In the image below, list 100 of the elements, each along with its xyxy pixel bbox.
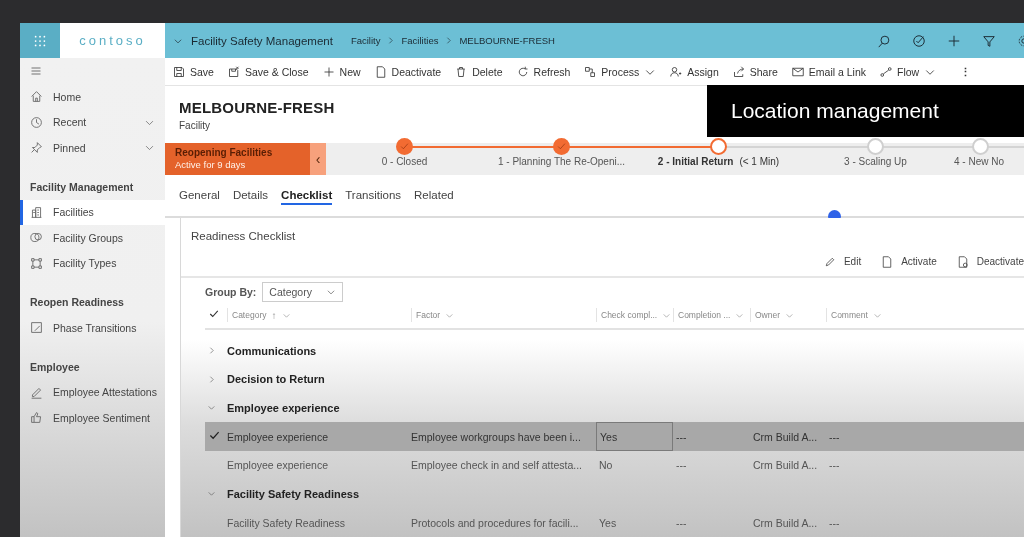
table-row[interactable]: Facility Safety Readiness Protocols and procedures for facili... Yes --- Crm Build A... --- (205, 508, 1024, 537)
nav-item[interactable]: Facility Types (20, 250, 165, 276)
command-button[interactable]: Save (173, 65, 214, 78)
table-cell-text: Crm Build A... (752, 515, 819, 531)
check-circle-icon (911, 33, 926, 48)
table-cell-text: Protocols and procedures for facili... (411, 515, 580, 531)
tab[interactable]: Checklist (281, 185, 333, 205)
person-icon (670, 65, 683, 78)
command-button[interactable]: Deactivate (374, 65, 442, 78)
table-cell-text: Crm Build A... (752, 429, 819, 445)
command-button[interactable]: Share (732, 65, 778, 78)
more-button[interactable]: ⋮ (960, 65, 972, 78)
breadcrumb-link[interactable]: Facility (350, 35, 381, 46)
chevron-right-icon (444, 36, 454, 45)
tab[interactable]: General (179, 185, 220, 205)
table-cell-text: Employee experience (227, 458, 329, 474)
stage-marker[interactable] (396, 138, 413, 155)
thumbs-up-icon (30, 411, 43, 425)
video-caption: Location management (707, 85, 1024, 137)
grid-action-button[interactable]: Activate (881, 255, 937, 268)
command-button[interactable]: Assign (670, 65, 719, 78)
command-button[interactable]: Email a Link (791, 65, 866, 78)
nav-item[interactable]: Recent (20, 109, 165, 135)
command-button[interactable]: Process (584, 65, 657, 78)
table-cell-text: --- (675, 515, 688, 531)
table-cell: Yes (596, 422, 673, 451)
stage-marker[interactable] (867, 138, 884, 155)
column-header[interactable]: Category ↑ (227, 308, 411, 323)
entity-label: Facility (179, 120, 212, 131)
stage-marker[interactable] (710, 138, 727, 155)
table-cell-text: Facility Safety Readiness (227, 515, 346, 531)
breadcrumb-link[interactable]: Facilities (401, 35, 439, 46)
tab[interactable]: Details (232, 185, 269, 205)
nodes-icon (30, 256, 43, 270)
table-row[interactable]: Employee experience Employee check in and self attesta... No --- Crm Build A... --- (205, 450, 1024, 480)
nav-item[interactable]: Phase Transitions (20, 315, 165, 341)
stage-label[interactable]: 3 - Scaling Up (844, 156, 907, 167)
tab[interactable]: Related (414, 185, 454, 205)
stage-label[interactable]: 2 - Initial Return (657, 156, 734, 167)
command-button[interactable]: Refresh (516, 65, 571, 78)
pencil-icon (823, 255, 836, 268)
table-cell-text: Yes (598, 515, 618, 531)
filter-icon (981, 33, 996, 48)
column-header[interactable]: Factor (411, 308, 596, 323)
save-icon (173, 65, 185, 78)
command-button[interactable]: Flow (880, 65, 937, 78)
search-icon (876, 33, 891, 48)
group-by-dropdown[interactable]: Category (262, 282, 343, 303)
group-heading: Communications (227, 344, 318, 357)
column-header[interactable]: Owner (750, 308, 826, 323)
app-launcher-button[interactable] (20, 23, 60, 58)
column-header[interactable]: Comment (826, 308, 970, 323)
app-name: Facility Safety Management (191, 34, 333, 47)
chevron-down-icon (206, 403, 216, 413)
section-heading: Employee (29, 359, 81, 375)
select-all-check-icon (209, 309, 219, 320)
grid-action-button[interactable]: Deactivate (956, 255, 1024, 268)
nav-item[interactable]: Pinned (20, 135, 165, 161)
plus-icon (322, 65, 335, 78)
tab[interactable]: Transitions (345, 185, 402, 205)
table-cell-text: --- (828, 515, 841, 531)
menu-icon (30, 65, 42, 77)
group-heading: Facility Safety Readiness (227, 487, 361, 500)
building-icon (30, 205, 43, 219)
collapse-button[interactable]: ‹ (310, 143, 326, 175)
stage-label[interactable]: 1 - Planning The Re-Openi... (497, 156, 626, 167)
table-row[interactable]: Employee experience Employee workgroups have been i... Yes --- Crm Build A... --- (205, 422, 1024, 451)
stage-label[interactable]: 0 - Closed (381, 156, 428, 167)
stage-marker[interactable] (972, 138, 989, 155)
breadcrumb-link[interactable]: MELBOURNE-FRESH (459, 35, 555, 46)
clock-icon (30, 115, 43, 129)
nav-item[interactable]: Facilities (20, 199, 165, 225)
check-circle-button[interactable] (910, 32, 927, 49)
trash-icon (455, 65, 468, 78)
section-heading: Reopen Readiness (29, 295, 125, 310)
chevron-down-icon (206, 489, 216, 499)
nav-item[interactable]: Home (20, 84, 165, 110)
section-title: Readiness Checklist (190, 229, 297, 244)
nav-item[interactable]: Facility Groups (20, 225, 165, 251)
command-button[interactable]: Delete (455, 65, 503, 78)
pin-icon (30, 141, 43, 155)
sort-arrow: ↑ (271, 309, 277, 321)
flowchart-icon (584, 65, 597, 78)
logo: contoso (60, 23, 165, 58)
table-cell-text: Employee workgroups have been i... (411, 429, 582, 445)
command-button[interactable]: New (322, 65, 361, 78)
chevron-right-icon (386, 36, 396, 45)
grid-action-button[interactable]: Edit (823, 255, 862, 268)
table-cell-text: Crm Build A... (752, 458, 819, 474)
table-cell-text: No (598, 458, 614, 474)
table-cell-text: Employee check in and self attesta... (411, 458, 583, 474)
nav-item[interactable]: Employee Sentiment (20, 405, 165, 431)
column-header[interactable]: Completion ... (673, 308, 750, 323)
nav-item[interactable]: Employee Attestations (20, 379, 165, 405)
stage-marker[interactable] (553, 138, 570, 155)
stage-label[interactable]: 4 - New No (954, 156, 1004, 167)
flow-icon (880, 65, 892, 78)
table-cell-text: Employee experience (227, 429, 329, 445)
column-header[interactable]: Check compl... (596, 308, 673, 323)
command-button[interactable]: Save & Close (227, 65, 309, 78)
